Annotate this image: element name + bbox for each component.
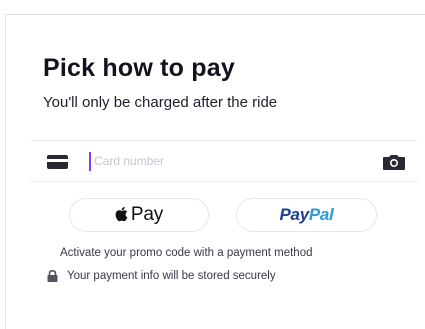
- paypal-button[interactable]: PayPal: [236, 198, 377, 232]
- apple-icon: [115, 206, 128, 222]
- apple-pay-label: Pay: [130, 204, 164, 225]
- page-title: Pick how to pay: [43, 54, 235, 82]
- camera-icon[interactable]: [382, 154, 406, 170]
- secure-notice: Your payment info will be stored securel…: [47, 270, 276, 282]
- card-number-input[interactable]: [94, 150, 364, 172]
- text-caret: [89, 152, 91, 171]
- paypal-logo: PayPal: [279, 205, 334, 224]
- card-number-field[interactable]: [30, 140, 418, 182]
- page-subtitle: You'll only be charged after the ride: [43, 94, 278, 111]
- promo-code-hint: Activate your promo code with a payment …: [60, 247, 313, 259]
- apple-pay-button[interactable]: Pay: [69, 198, 209, 232]
- credit-card-icon: [47, 155, 68, 169]
- secure-notice-text: Your payment info will be stored securel…: [67, 270, 276, 282]
- lock-icon: [47, 270, 58, 282]
